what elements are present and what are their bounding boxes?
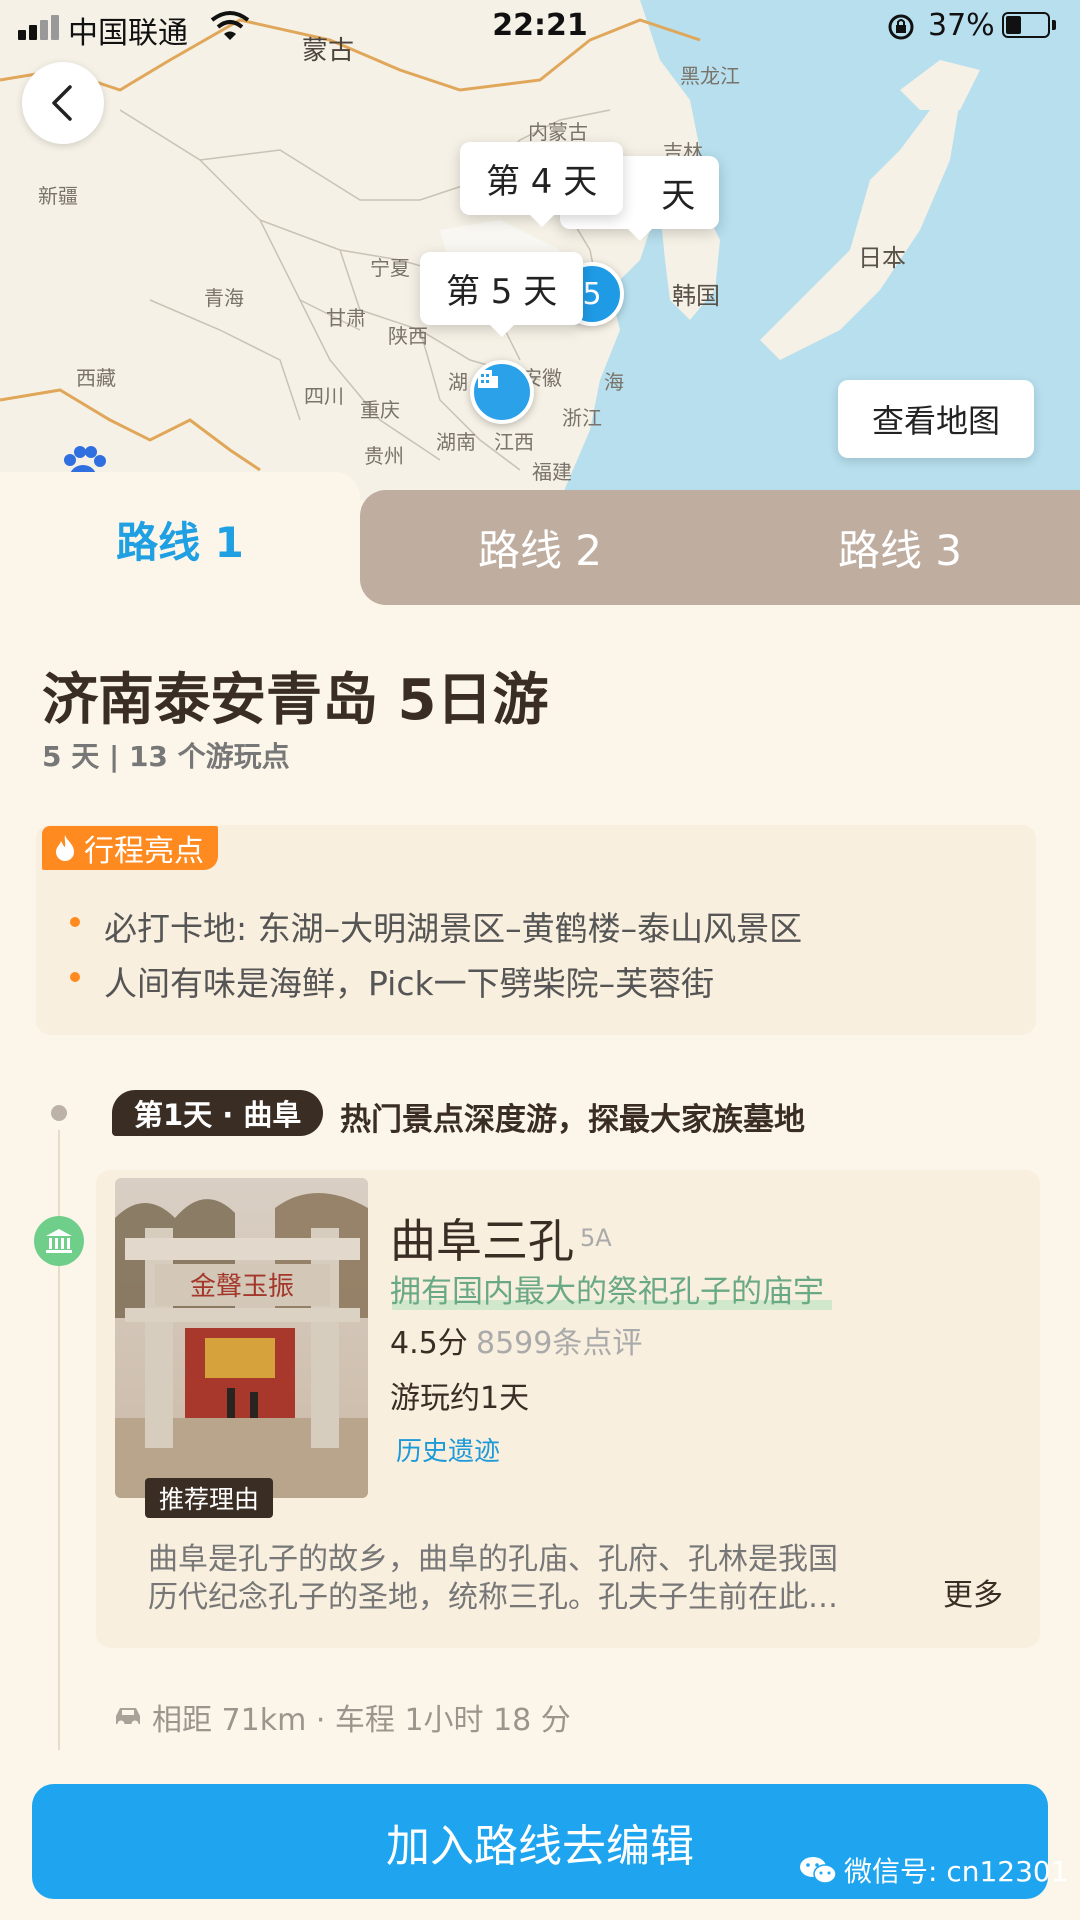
map-label: 陕西 [388,324,428,348]
tab-route-3[interactable]: 路线 3 [720,490,1080,605]
temple-icon [34,1216,84,1266]
fire-icon [56,835,74,861]
map-label: 黑龙江 [680,64,740,88]
route-tabs: 路线 1 路线 2 路线 3 [0,472,1080,605]
car-icon [116,1708,140,1728]
map-label: 新疆 [38,184,78,208]
battery-percentage: 37% [928,8,995,43]
battery-icon [1002,12,1058,40]
day-description: 热门景点深度游，探最大家族墓地 [340,1102,805,1138]
poi-category-tag: 历史遗迹 [396,1437,501,1467]
poi-slogan: 拥有国内最大的祭祀孔子的庙宇 [390,1274,824,1310]
highlights-badge: 行程亮点 [42,826,218,870]
route-meta: 5 天 | 13 个游玩点 [42,740,290,773]
day-callout-4[interactable]: 第 4 天 [460,142,624,227]
poi-duration: 游玩约1天 [390,1381,530,1416]
highlight-item: 人间有味是海鲜，Pick一下劈柴院–芙蓉街 [104,964,715,1003]
day-badge: 第1天 · 曲阜 [112,1090,324,1136]
route-map[interactable]: 蒙古 黑龙江 内蒙古 吉林 新疆 朝鲜 日本 韩国 宁夏 青海 甘肃 陕西 西藏… [0,0,1080,500]
poi-level-badge: 5A [580,1224,612,1252]
rotation-lock-icon [886,12,916,50]
callout-fragment: 天 [661,176,696,216]
poi-name[interactable]: 曲阜三孔 [390,1205,574,1271]
recommend-reason-tag: 推荐理由 [145,1478,274,1518]
clock: 22:21 [492,8,588,43]
tab-route-2[interactable]: 路线 2 [360,490,720,605]
route-title: 济南泰安青岛 5日游 [42,668,549,733]
wechat-watermark: 微信号: cn12301 [798,1850,1069,1890]
map-label: 韩国 [672,282,720,310]
highlights-badge-label: 行程亮点 [84,834,204,869]
bullet-dot [70,972,80,982]
map-label: 海 [604,370,624,394]
map-label: 西藏 [76,366,116,390]
day-callout-5[interactable]: 第 5 天 [420,252,584,337]
map-label: 日本 [858,244,906,272]
gate-inscription: 金聲玉振 [190,1272,294,1302]
timeline-dot [51,1105,67,1121]
back-arrow-icon [52,85,72,121]
highlight-item: 必打卡地: 东湖–大明湖景区–黄鹤楼–泰山风景区 [104,909,803,948]
map-label: 贵州 [364,444,404,468]
back-button[interactable] [22,62,104,144]
map-label: 浙江 [562,406,602,430]
distance-info: 相距 71km · 车程 1小时 18 分 [112,1695,571,1739]
map-label: 甘肃 [326,306,366,330]
tab-route-1[interactable]: 路线 1 [0,482,360,597]
watermark-text: 微信号: cn12301 [844,1855,1069,1888]
map-label: 重庆 [360,398,400,422]
map-label: 江西 [494,430,534,454]
poi-review-count[interactable]: 8599条点评 [476,1318,642,1362]
bullet-dot [70,917,80,927]
map-label: 四川 [304,384,344,408]
hotel-pin-icon[interactable] [470,360,534,424]
map-label: 宁夏 [370,256,410,280]
view-map-button[interactable]: 查看地图 [838,380,1034,458]
status-bar: 中国联通 22:21 37% [0,0,1080,56]
poi-description-line: 历代纪念孔子的圣地，统称三孔。孔夫子生前在此… [148,1580,838,1615]
map-label: 青海 [204,286,244,310]
map-label: 湖 [448,370,468,394]
distance-text: 相距 71km · 车程 1小时 18 分 [152,1703,571,1738]
map-label: 福建 [532,460,572,484]
wechat-icon [800,1857,837,1884]
map-label: 湖南 [436,430,476,454]
map-label: 内蒙古 [528,120,588,144]
poi-photo[interactable]: 金聲玉振 [115,1178,368,1498]
poi-score: 4.5分 [390,1326,468,1361]
more-button[interactable]: 更多 [943,1570,1003,1614]
